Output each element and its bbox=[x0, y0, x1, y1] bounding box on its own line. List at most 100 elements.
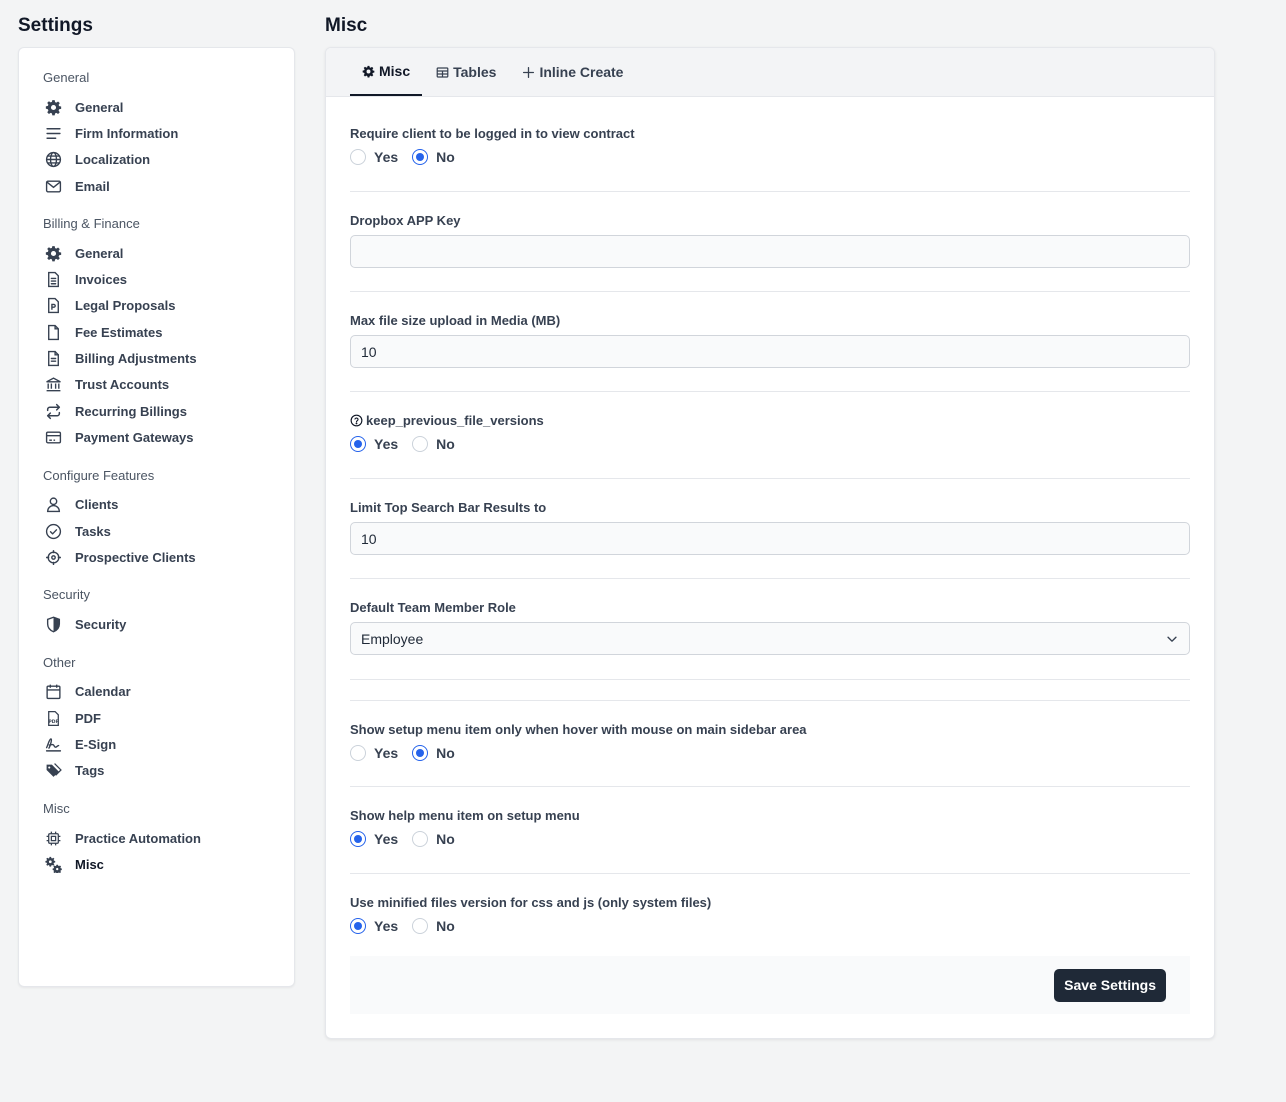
default-role-value: Employee bbox=[361, 630, 424, 647]
radio-no-selected[interactable] bbox=[412, 745, 429, 761]
user-icon bbox=[43, 495, 63, 515]
tab-label: Tables bbox=[453, 64, 497, 80]
radio-yes-selected[interactable] bbox=[350, 918, 366, 934]
sidebar-item-label: Email bbox=[75, 178, 110, 194]
keep-versions-field: keep_previous_file_versions Yes No bbox=[350, 392, 1190, 479]
invoice-icon bbox=[43, 270, 63, 290]
sidebar-item-other-tags[interactable]: Tags bbox=[43, 758, 270, 784]
sidebar-item-general-firm-information[interactable]: Firm Information bbox=[43, 120, 270, 146]
sidebar-item-label: Misc bbox=[75, 856, 104, 872]
sidebar-item-general-email[interactable]: Email bbox=[43, 173, 270, 199]
sidebar-item-configure-features-tasks[interactable]: Tasks bbox=[43, 518, 270, 544]
envelope-icon bbox=[43, 176, 63, 196]
sidebar-item-misc-practice-automation[interactable]: Practice Automation bbox=[43, 825, 270, 851]
sidebar-item-billing-and-finance-invoices[interactable]: Invoices bbox=[43, 266, 270, 292]
radio-label: Yes bbox=[374, 918, 399, 934]
radio-yes-selected[interactable] bbox=[350, 436, 366, 452]
sidebar-item-configure-features-prospective-clients[interactable]: Prospective Clients bbox=[43, 544, 270, 570]
repeat-icon bbox=[43, 401, 63, 421]
help-menu-yes-option[interactable]: Yes bbox=[350, 831, 398, 847]
setup-hover-yes-option[interactable]: Yes bbox=[350, 745, 398, 761]
pdf-icon: PDF bbox=[43, 708, 63, 728]
sidebar-item-label: Practice Automation bbox=[75, 830, 201, 846]
field-label: keep_previous_file_versions bbox=[350, 413, 1190, 428]
sidebar-item-configure-features-clients[interactable]: Clients bbox=[43, 492, 270, 518]
field-label: Max file size upload in Media (MB) bbox=[350, 313, 561, 328]
radio-label: Yes bbox=[374, 436, 399, 452]
tab-inline-create[interactable]: Inline Create bbox=[510, 48, 635, 96]
sidebar-item-label: Tags bbox=[75, 763, 105, 779]
settings-form: Require client to be logged in to view c… bbox=[326, 97, 1214, 956]
sidebar-item-misc-misc[interactable]: Misc bbox=[43, 851, 270, 877]
require-login-no-option[interactable]: No bbox=[412, 149, 455, 165]
sidebar-item-general-localization[interactable]: Localization bbox=[43, 147, 270, 173]
minified-yes-option[interactable]: Yes bbox=[350, 918, 398, 934]
minified-no-option[interactable]: No bbox=[412, 918, 455, 934]
sidebar-item-billing-and-finance-trust-accounts[interactable]: Trust Accounts bbox=[43, 372, 270, 398]
keep-versions-no-option[interactable]: No bbox=[412, 436, 455, 452]
setup-hover-radio-group: Yes No bbox=[350, 745, 1190, 761]
help-circle-icon[interactable] bbox=[350, 414, 363, 427]
sidebar-item-billing-and-finance-recurring-billings[interactable]: Recurring Billings bbox=[43, 398, 270, 424]
radio-label: No bbox=[436, 918, 455, 934]
sidebar-item-billing-and-finance-legal-proposals[interactable]: Legal Proposals bbox=[43, 293, 270, 319]
search-limit-input[interactable]: 10 bbox=[350, 522, 1190, 555]
sidebar-item-billing-and-finance-payment-gateways[interactable]: Payment Gateways bbox=[43, 424, 270, 450]
sidebar-item-general-general[interactable]: General bbox=[43, 94, 270, 120]
sidebar-group-misc: Misc Practice Automation Misc bbox=[43, 801, 270, 878]
sidebar-group-label: Security bbox=[43, 587, 90, 603]
sidebar-item-other-e-sign[interactable]: E-Sign bbox=[43, 731, 270, 757]
setup-hover-no-option[interactable]: No bbox=[412, 745, 455, 761]
max-file-size-field: Max file size upload in Media (MB) 10 bbox=[350, 292, 1190, 392]
help-menu-no-option[interactable]: No bbox=[412, 831, 455, 847]
radio-yes-selected[interactable] bbox=[350, 831, 366, 847]
field-label: Limit Top Search Bar Results to bbox=[350, 500, 547, 515]
tags-icon bbox=[43, 761, 63, 781]
sidebar-item-billing-and-finance-general[interactable]: General bbox=[43, 240, 270, 266]
keep-versions-label: keep_previous_file_versions bbox=[366, 413, 544, 428]
require-login-radio-group: Yes No bbox=[350, 149, 1190, 165]
field-label: Show setup menu item only when hover wit… bbox=[350, 722, 807, 737]
radio-label: No bbox=[436, 149, 455, 165]
shield-icon bbox=[43, 615, 63, 635]
dropbox-key-input[interactable] bbox=[350, 235, 1190, 268]
tab-label: Misc bbox=[379, 63, 411, 79]
tab-misc[interactable]: Misc bbox=[350, 48, 423, 96]
default-role-select[interactable]: Employee bbox=[350, 622, 1190, 655]
sidebar-item-label: Clients bbox=[75, 497, 119, 513]
sidebar-item-other-calendar[interactable]: Calendar bbox=[43, 679, 270, 705]
tab-tables[interactable]: Tables bbox=[424, 48, 508, 96]
require-login-field: Require client to be logged in to view c… bbox=[350, 97, 1190, 192]
sidebar-item-security-security[interactable]: Security bbox=[43, 611, 270, 637]
gears-icon bbox=[43, 854, 63, 874]
sidebar-group-configure-features: Configure Features Clients Tasks Prospectiv… bbox=[43, 468, 270, 571]
sidebar-item-billing-and-finance-fee-estimates[interactable]: Fee Estimates bbox=[43, 319, 270, 345]
max-file-size-input[interactable]: 10 bbox=[350, 335, 1190, 368]
check-circle-icon bbox=[43, 521, 63, 541]
radio-no[interactable] bbox=[412, 918, 429, 934]
sidebar-item-label: Trust Accounts bbox=[75, 377, 170, 393]
file-icon bbox=[43, 322, 63, 342]
save-settings-button[interactable]: Save Settings bbox=[1054, 968, 1166, 1002]
radio-no[interactable] bbox=[412, 831, 429, 847]
globe-icon bbox=[43, 150, 63, 170]
require-login-yes-option[interactable]: Yes bbox=[350, 149, 398, 165]
sidebar-item-label: Firm Information bbox=[75, 125, 179, 141]
sidebar-item-other-pdf[interactable]: PDF PDF bbox=[43, 705, 270, 731]
proposal-icon bbox=[43, 296, 63, 316]
field-label: Dropbox APP Key bbox=[350, 213, 461, 228]
settings-sidebar: General General Firm Information Localizati… bbox=[18, 47, 295, 987]
radio-no[interactable] bbox=[412, 436, 429, 452]
radio-yes[interactable] bbox=[350, 745, 366, 761]
sidebar-item-label: Billing Adjustments bbox=[75, 351, 197, 367]
svg-text:PDF: PDF bbox=[48, 718, 58, 724]
radio-no-selected[interactable] bbox=[412, 149, 429, 165]
radio-yes[interactable] bbox=[350, 149, 366, 165]
sidebar-item-billing-and-finance-billing-adjustments[interactable]: Billing Adjustments bbox=[43, 345, 270, 371]
sidebar-item-label: Invoices bbox=[75, 272, 128, 288]
radio-label: No bbox=[436, 436, 455, 452]
sidebar-item-label: Recurring Billings bbox=[75, 403, 187, 419]
keep-versions-yes-option[interactable]: Yes bbox=[350, 436, 398, 452]
sidebar-title: Settings bbox=[18, 15, 93, 36]
gear-icon bbox=[43, 97, 63, 117]
